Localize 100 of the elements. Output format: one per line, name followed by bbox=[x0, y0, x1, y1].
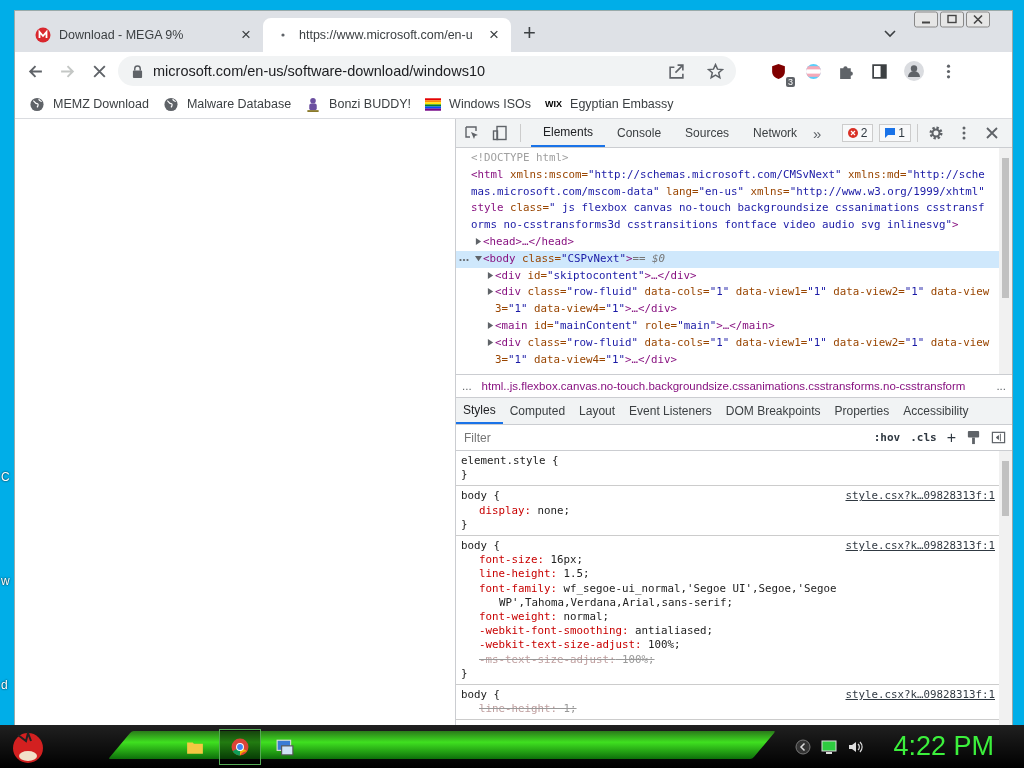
triangle-icon[interactable] bbox=[475, 254, 482, 262]
styles-tab[interactable]: Computed bbox=[502, 398, 573, 424]
css-declaration: -webkit-font-smoothing: antialiased; bbox=[478, 624, 715, 639]
more-tabs-button[interactable]: » bbox=[813, 124, 822, 142]
browser-icon bbox=[231, 737, 249, 756]
bookmark[interactable]: MEMZ Download bbox=[29, 96, 149, 112]
devtools-tab[interactable]: Network bbox=[741, 119, 810, 147]
desktop-icon-label: d bbox=[1, 678, 8, 692]
styles-tab[interactable]: Properties bbox=[827, 398, 897, 424]
desktop-icon-label: C bbox=[1, 470, 10, 484]
css-selector: body { bbox=[461, 688, 500, 703]
hover-state-button[interactable]: :hov bbox=[873, 431, 901, 444]
browser-tab[interactable]: Download - MEGA 9% × bbox=[23, 18, 263, 52]
dom-node[interactable]: <main id="mainContent" role="main">…</main> bbox=[456, 317, 999, 335]
message-icon bbox=[885, 128, 896, 138]
bookmark-label: Egyptian Embassy bbox=[570, 97, 674, 111]
profile-icon[interactable] bbox=[904, 61, 924, 81]
error-count-button[interactable]: 2 bbox=[841, 124, 874, 142]
breadcrumb-path[interactable]: html..js.flexbox.canvas.no-touch.backgroundsize.cssanimations.csstransforms.no-csstransform bbox=[481, 380, 987, 392]
bookmark[interactable]: Windows ISOs bbox=[425, 96, 532, 112]
triangle-icon[interactable] bbox=[487, 288, 494, 296]
device-icon[interactable] bbox=[492, 125, 508, 141]
chevron-down-icon[interactable] bbox=[884, 30, 896, 38]
chevron-left-icon[interactable] bbox=[795, 738, 812, 755]
close-tab-button[interactable]: × bbox=[241, 25, 251, 45]
closing-brace: } bbox=[461, 517, 469, 532]
css-declaration: line-height: 1.5; bbox=[478, 567, 591, 582]
css-declaration: font-family: wf_segoe-ui_normal,'Segoe UI',Segoe,'Segoe WP',Tahoma,Verdana,Arial,sans-serif; bbox=[478, 581, 838, 611]
css-declaration: -webkit-text-size-adjust: 100%; bbox=[478, 638, 682, 653]
scrollbar[interactable] bbox=[999, 451, 1012, 725]
styles-tab[interactable]: Layout bbox=[572, 398, 623, 424]
restore-button[interactable] bbox=[940, 11, 964, 28]
css-selector: body { bbox=[461, 539, 500, 554]
close-window-button[interactable] bbox=[966, 11, 990, 28]
triangle-icon[interactable] bbox=[487, 271, 494, 279]
css-declaration: font-weight: normal; bbox=[478, 610, 611, 625]
error-icon bbox=[847, 128, 858, 138]
bookmark[interactable]: WIX Egyptian Embassy bbox=[545, 97, 674, 111]
breadcrumb-overflow[interactable]: ... bbox=[462, 380, 472, 392]
devtools-tab[interactable]: Elements bbox=[531, 119, 606, 147]
side-panel-icon[interactable] bbox=[871, 62, 888, 80]
monitor-icon[interactable] bbox=[821, 738, 838, 755]
bookmark[interactable]: Bonzi BUDDY! bbox=[305, 96, 412, 112]
browser-tab[interactable]: https://www.microsoft.com/en-u × bbox=[263, 18, 511, 52]
paint-brush-icon[interactable] bbox=[966, 430, 981, 445]
triangle-icon[interactable] bbox=[487, 321, 494, 329]
sidebar-toggle-icon[interactable] bbox=[991, 430, 1006, 445]
tab-title: https://www.microsoft.com/en-u bbox=[299, 28, 474, 42]
star-icon[interactable] bbox=[707, 62, 724, 80]
bookmark-label: Windows ISOs bbox=[449, 97, 532, 111]
close-tab-button[interactable]: × bbox=[489, 25, 499, 45]
dom-node[interactable]: <head>…</head> bbox=[456, 234, 999, 251]
triangle-icon[interactable] bbox=[475, 238, 482, 245]
breadcrumb-overflow[interactable]: ... bbox=[996, 380, 1006, 392]
url-text: microsoft.com/en-us/software-download/windows10 bbox=[153, 63, 486, 79]
rainbow-flag-icon bbox=[425, 96, 442, 112]
styles-tab[interactable]: Event Listeners bbox=[622, 398, 719, 424]
devtools-tab[interactable]: Sources bbox=[673, 119, 742, 147]
stylesheet-link[interactable]: style.csx?k…09828313f:1 bbox=[845, 539, 995, 554]
dom-node[interactable]: <div class="row-fluid" data-cols="1" data-view1="1" data-view2="1" data-view3="1" data-view4="1">…</div> bbox=[456, 334, 999, 369]
message-count-button[interactable]: 1 bbox=[879, 124, 911, 142]
classes-button[interactable]: .cls bbox=[910, 431, 937, 444]
address-bar[interactable]: microsoft.com/en-us/software-download/windows10 bbox=[118, 56, 736, 86]
css-declaration: line-height: 1; bbox=[478, 702, 578, 717]
closing-brace: } bbox=[461, 468, 469, 483]
new-rule-button[interactable]: + bbox=[946, 428, 956, 447]
css-declaration: font-size: 16px; bbox=[478, 553, 585, 568]
globe-icon bbox=[162, 96, 179, 112]
figure-icon bbox=[305, 96, 322, 112]
window-icon bbox=[276, 737, 294, 756]
ellipsis-icon[interactable] bbox=[459, 257, 469, 262]
site-logo: WIX bbox=[545, 99, 563, 109]
taskbar-button[interactable] bbox=[219, 728, 261, 765]
styles-tab[interactable]: Styles bbox=[456, 398, 503, 424]
css-declaration: -ms-text-size-adjust: 100%; bbox=[478, 652, 656, 667]
stylesheet-link[interactable]: style.csx?k…09828313f:1 bbox=[845, 489, 995, 504]
extension-badge: 3 bbox=[786, 76, 795, 87]
styles-tab[interactable]: DOM Breakpoints bbox=[718, 398, 828, 424]
desktop-icon-label: w bbox=[1, 574, 10, 588]
bookmark-label: MEMZ Download bbox=[53, 97, 149, 111]
new-tab-button[interactable]: + bbox=[523, 20, 536, 46]
settings-icon[interactable] bbox=[928, 125, 944, 141]
dom-node[interactable]: <div id="skiptocontent">…</div> bbox=[456, 267, 999, 285]
css-selector: element.style { bbox=[461, 454, 559, 469]
inspect-icon[interactable] bbox=[464, 125, 480, 141]
dom-node[interactable]: <body class="CSPvNext">== $0 bbox=[456, 250, 999, 268]
triangle-icon[interactable] bbox=[487, 338, 494, 346]
dom-node[interactable]: <html xmlns:mscom="http://schemas.microsoft.com/CMSvNext" xmlns:md="http://schemas.microsoft.com/mscom-data" lang="en-us" xmlns="http://www.w3.org/1999/xhtml" style class=" js flexbox canvas no-touch backgroundsize cssanimations csstransforms no-csstransforms3d csstransitions fontface video audio svg inlinesvg"> bbox=[456, 166, 999, 234]
styles-tab[interactable]: Accessibility bbox=[896, 398, 976, 424]
close-icon[interactable] bbox=[984, 125, 1000, 141]
stylesheet-link[interactable]: style.csx?k…09828313f:1 bbox=[845, 688, 995, 703]
bookmark[interactable]: Malware Database bbox=[162, 96, 292, 112]
shield-icon[interactable] bbox=[770, 62, 787, 80]
clock[interactable]: 4:22 PM bbox=[893, 731, 994, 762]
share-icon[interactable] bbox=[668, 62, 685, 80]
scrollbar[interactable] bbox=[999, 148, 1012, 374]
bookmark-label: Bonzi BUDDY! bbox=[329, 97, 412, 111]
devtools-tab[interactable]: Console bbox=[605, 119, 674, 147]
mega-icon bbox=[35, 27, 51, 43]
dom-node[interactable]: <div class="row-fluid" data-cols="1" data-view1="1" data-view2="1" data-view3="1" data-view4="1">…</div> bbox=[456, 284, 999, 318]
